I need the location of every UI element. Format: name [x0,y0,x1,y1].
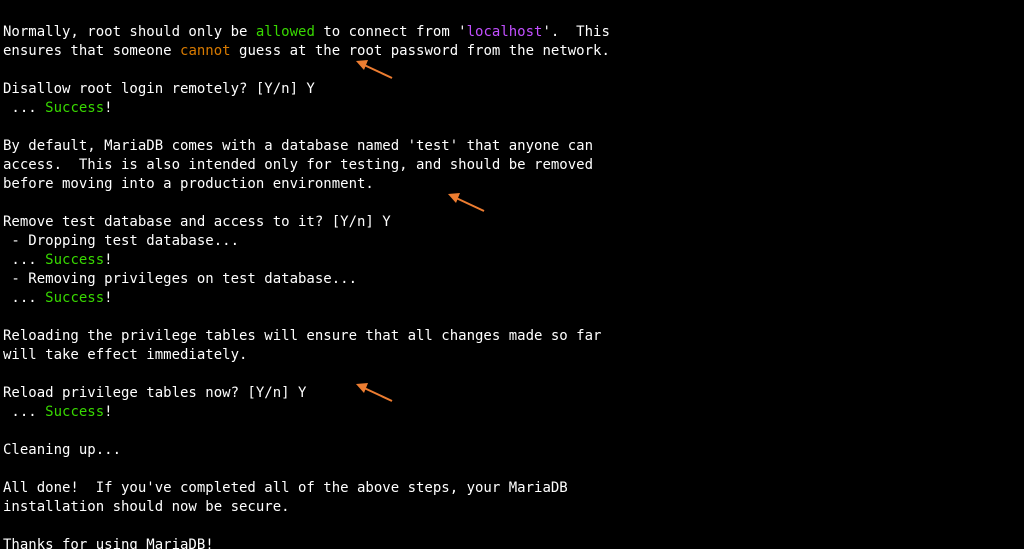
text-line: installation should now be secure. [3,499,290,515]
prompt-line: Disallow root login remotely? [Y/n] Y [3,81,315,97]
text-line: All done! If you've completed all of the… [3,480,568,496]
text-line: before moving into a production environm… [3,176,374,192]
status-line: ... Success! [3,252,113,268]
text-line: will take effect immediately. [3,347,247,363]
terminal-output: Normally, root should only be allowed to… [0,0,1024,549]
text-line: access. This is also intended only for t… [3,157,593,173]
text-line: Thanks for using MariaDB! [3,537,214,549]
text-line: Normally, root should only be allowed to… [3,24,610,40]
text-line: ensures that someone cannot guess at the… [3,43,610,59]
status-line: ... Success! [3,100,113,116]
prompt-line: Remove test database and access to it? [… [3,214,391,230]
text-line: By default, MariaDB comes with a databas… [3,138,593,154]
prompt-line: Reload privilege tables now? [Y/n] Y [3,385,306,401]
status-line: ... Success! [3,290,113,306]
text-line: - Dropping test database... [3,233,239,249]
status-line: ... Success! [3,404,113,420]
text-line: Cleaning up... [3,442,121,458]
text-line: - Removing privileges on test database..… [3,271,357,287]
text-line: Reloading the privilege tables will ensu… [3,328,601,344]
